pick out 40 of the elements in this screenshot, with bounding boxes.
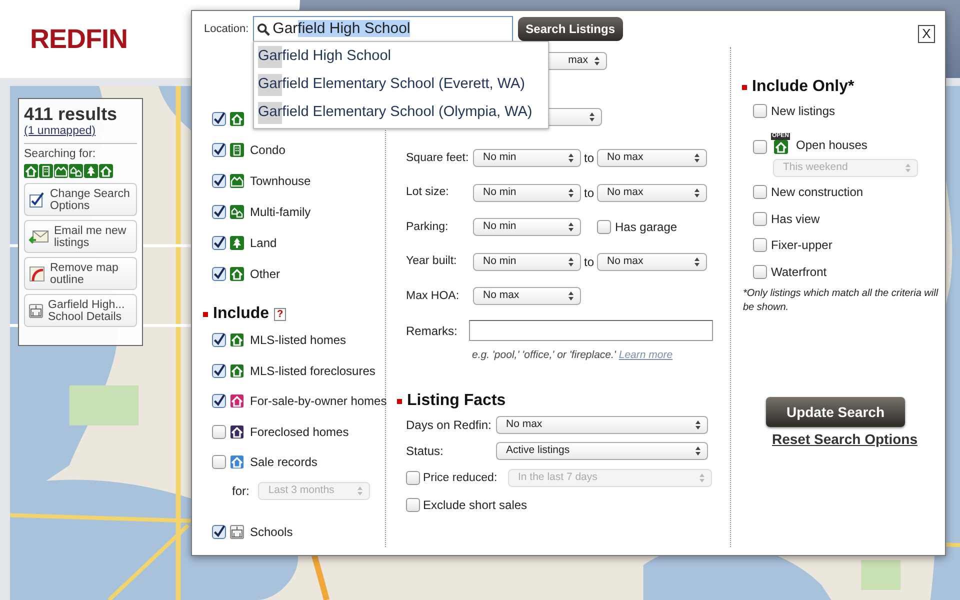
days-label: Days on Redfin: xyxy=(406,417,492,434)
filter-label: Parking: xyxy=(406,220,450,235)
property-type-label: Other xyxy=(250,266,280,282)
remarks-label: Remarks: xyxy=(406,322,458,340)
include-only-label: Open houses xyxy=(796,136,868,154)
include-only-label: Has view xyxy=(771,210,820,228)
include-heading: Include xyxy=(213,304,270,324)
for-label: for: xyxy=(232,482,250,500)
include-label: For-sale-by-owner homes xyxy=(250,393,387,410)
to-label: to xyxy=(584,254,594,271)
include-only-label: New listings xyxy=(771,103,836,120)
garage-label: Has garage xyxy=(615,219,678,236)
status-label: Status: xyxy=(406,443,444,460)
include-only-label: New construction xyxy=(771,184,864,202)
include-label: MLS-listed homes xyxy=(250,332,346,350)
property-type-label: Multi-family xyxy=(250,204,311,220)
filter-label: Lot size: xyxy=(406,185,450,200)
filter-label: Max HOA: xyxy=(406,288,460,304)
filter-label: Square feet: xyxy=(406,150,470,166)
schools-label: Schools xyxy=(250,524,293,540)
location-label: Location: xyxy=(204,22,249,37)
price-reduced-label: Price reduced: xyxy=(423,470,498,486)
include-only-label: Waterfront xyxy=(771,264,827,282)
short-sales-label: Exclude short sales xyxy=(423,497,528,514)
property-type-label: Condo xyxy=(250,142,286,158)
listing-facts-heading: Listing Facts xyxy=(407,391,506,412)
results-count: 411 results xyxy=(24,104,118,124)
to-label: to xyxy=(584,150,594,168)
include-label: MLS-listed foreclosures xyxy=(250,362,376,380)
to-label: to xyxy=(584,184,594,202)
include-label: Foreclosed homes xyxy=(250,424,349,441)
include-label: Sale records xyxy=(250,454,318,472)
criteria-note: *Only listings which match all the criteria will be shown. xyxy=(743,287,940,316)
filter-label: Year built: xyxy=(406,254,458,270)
searching-label: Searching for: xyxy=(24,147,97,162)
include-only-heading: Include Only* xyxy=(752,77,854,97)
property-type-label: Townhouse xyxy=(250,172,311,190)
include-only-label: Fixer-upper xyxy=(771,237,832,254)
remarks-hint: e.g. 'pool,' 'office,' or 'fireplace.' xyxy=(472,348,616,360)
property-type-label: Land xyxy=(250,234,277,252)
